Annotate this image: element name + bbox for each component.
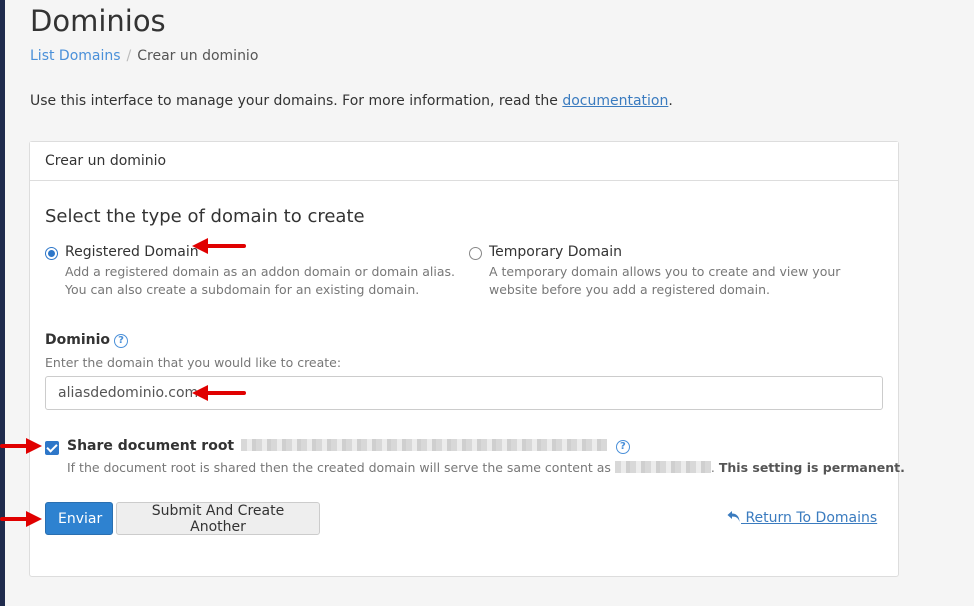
breadcrumb: List Domains / Crear un dominio [30,48,258,64]
temporary-domain-help: A temporary domain allows you to create … [489,263,879,299]
breadcrumb-list-domains-link[interactable]: List Domains [30,48,121,64]
section-title: Select the type of domain to create [45,206,365,227]
return-to-domains-label: Return To Domains [745,510,878,526]
registered-domain-help: Add a registered domain as an addon doma… [65,263,455,299]
domain-field-label: Dominio? [45,332,129,348]
share-help-icon[interactable]: ? [615,440,630,454]
submit-button[interactable]: Enviar [45,502,113,535]
redacted-path [241,439,607,451]
return-to-domains-link[interactable]: Return To Domains [727,510,877,526]
registered-domain-help-line-1: Add a registered domain as an addon doma… [65,264,455,279]
breadcrumb-current: Crear un dominio [137,48,259,64]
documentation-link[interactable]: documentation [562,93,668,109]
share-document-root-text: Share document root [67,438,235,454]
intro-text-end: . [668,93,673,109]
share-document-root-help: If the document root is shared then the … [67,460,905,475]
page-title: Dominios [30,4,166,38]
registered-domain-radio[interactable] [45,247,58,260]
share-document-root-label[interactable]: Share document root ? [67,438,630,454]
create-domain-panel: Crear un dominio Select the type of doma… [29,141,905,577]
domain-label-text: Dominio [45,332,111,348]
return-arrow-icon [727,511,740,522]
temporary-domain-radio[interactable] [469,247,482,260]
annotation-arrow-icon [0,511,42,527]
share-document-root-checkbox[interactable] [45,441,59,455]
annotation-arrow-icon [192,385,246,401]
redacted-domain [614,461,711,473]
temporary-domain-label[interactable]: Temporary Domain [489,244,622,260]
help-icon[interactable]: ? [114,334,129,348]
panel-heading: Crear un dominio [30,142,898,181]
registered-domain-label[interactable]: Registered Domain [65,244,199,260]
share-help-text: If the document root is shared then the … [67,460,611,475]
annotation-arrow-icon [0,438,42,454]
temporary-domain-help-line-2: website before you add a registered doma… [489,282,770,297]
share-help-permanent: This setting is permanent. [718,460,905,475]
registered-domain-help-line-2: You can also create a subdomain for an e… [65,282,420,297]
temporary-domain-help-line-1: A temporary domain allows you to create … [489,264,841,279]
submit-and-create-another-button[interactable]: Submit And Create Another [116,502,320,535]
domain-input[interactable] [45,376,883,410]
annotation-arrow-icon [192,238,246,254]
intro-text-body: Use this interface to manage your domain… [30,93,563,109]
domain-field-hint: Enter the domain that you would like to … [45,355,342,370]
breadcrumb-separator: / [126,48,132,64]
intro-text: Use this interface to manage your domain… [30,93,673,109]
